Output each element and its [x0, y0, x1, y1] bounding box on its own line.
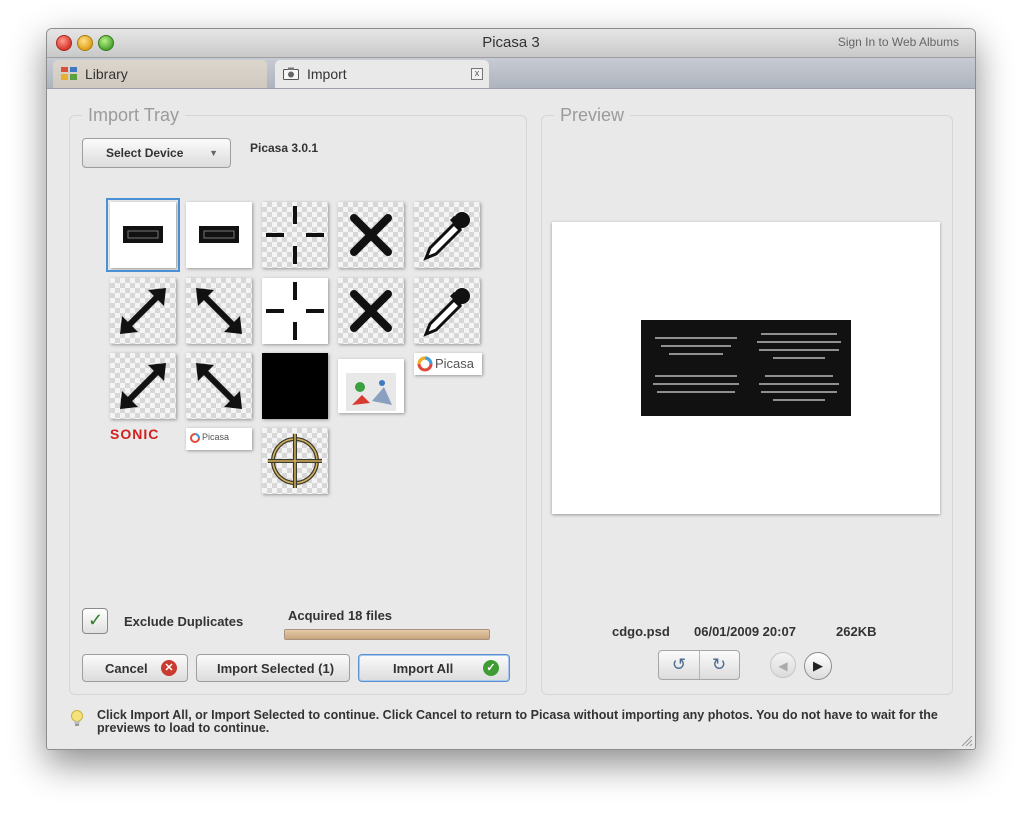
thumbnail[interactable]: [414, 202, 480, 268]
import-selected-label: Import Selected (1): [217, 661, 335, 676]
thumbnail[interactable]: [338, 202, 404, 268]
preview-filesize: 262KB: [836, 624, 877, 639]
thumbnail[interactable]: [110, 353, 176, 419]
import-all-button[interactable]: Import All ✓: [358, 654, 510, 682]
resize-grip-icon[interactable]: [959, 733, 973, 747]
picasa-logo-text: Picasa: [435, 356, 475, 371]
tab-close-icon[interactable]: x: [471, 68, 483, 80]
import-hint-text: Click Import All, or Import Selected to …: [97, 708, 938, 735]
preview-panel: Preview cdgo.psd 06/01/2009 20:07 262KB …: [541, 105, 953, 695]
import-selected-button[interactable]: Import Selected (1): [196, 654, 350, 682]
sign-in-web-albums-link[interactable]: Sign In to Web Albums: [838, 35, 959, 49]
tab-import[interactable]: Import x: [275, 60, 489, 88]
camera-icon: [283, 67, 299, 80]
rotate-button-group: ↺ ↻: [658, 650, 740, 680]
picasa-window: Picasa 3 Sign In to Web Albums Library I…: [46, 28, 976, 750]
previous-photo-icon[interactable]: ◀: [770, 652, 796, 678]
thumbnail[interactable]: [338, 359, 404, 413]
acquired-status: Acquired 18 files: [288, 608, 393, 623]
preview-datetime: 06/01/2009 20:07: [694, 624, 796, 639]
preview-title: Preview: [554, 105, 631, 126]
thumbnail[interactable]: [262, 278, 328, 344]
picasa-logo-text: Picasa: [202, 432, 230, 442]
cancel-x-icon: ✕: [161, 660, 177, 676]
tab-library-label: Library: [85, 66, 128, 82]
exclude-duplicates-checkbox[interactable]: ✓: [82, 608, 108, 634]
thumbnail[interactable]: [186, 202, 252, 268]
thumbnail[interactable]: [262, 202, 328, 268]
check-circle-icon: ✓: [483, 660, 499, 676]
preview-placeholder-text-icon: [653, 333, 841, 401]
thumbnail[interactable]: [262, 353, 328, 419]
exclude-duplicates-label: Exclude Duplicates: [124, 614, 244, 629]
rotate-left-icon[interactable]: ↺: [659, 651, 700, 679]
picasa-logo-thumbnail[interactable]: Picasa: [414, 353, 482, 375]
cancel-label: Cancel: [105, 661, 148, 676]
import-all-label: Import All: [393, 661, 454, 676]
lightbulb-icon: [71, 710, 83, 726]
next-photo-icon[interactable]: ▶: [804, 652, 832, 680]
tab-import-label: Import: [307, 66, 347, 82]
thumbnail[interactable]: [414, 278, 480, 344]
cancel-button[interactable]: Cancel ✕: [82, 654, 188, 682]
thumbnail[interactable]: [106, 198, 180, 272]
tab-bar: Library Import x: [47, 58, 975, 89]
checkmark-icon: ✓: [88, 610, 104, 630]
thumbnail[interactable]: [110, 278, 176, 344]
rotate-right-icon[interactable]: ↻: [699, 651, 739, 679]
sonic-logo-text[interactable]: SONIC: [110, 426, 159, 442]
tab-library[interactable]: Library: [53, 60, 267, 88]
thumbnail-grid: Picasa SONIC Picasa: [70, 116, 526, 556]
preview-filename: cdgo.psd: [612, 624, 670, 639]
picasa-logo-thumbnail[interactable]: Picasa: [186, 428, 252, 450]
import-progress-bar: [284, 629, 490, 640]
preview-canvas: [552, 222, 940, 514]
thumbnail[interactable]: [338, 278, 404, 344]
library-grid-icon: [61, 67, 77, 80]
import-tray-panel: Import Tray Select Device ▼ Picasa 3.0.1: [69, 105, 527, 695]
thumbnail[interactable]: [186, 278, 252, 344]
progress-fill: [285, 630, 489, 639]
preview-image: [641, 320, 851, 416]
thumbnail[interactable]: [262, 428, 328, 494]
window-title: Picasa 3: [482, 34, 540, 51]
title-bar: Picasa 3 Sign In to Web Albums: [47, 29, 975, 58]
thumbnail[interactable]: [186, 353, 252, 419]
